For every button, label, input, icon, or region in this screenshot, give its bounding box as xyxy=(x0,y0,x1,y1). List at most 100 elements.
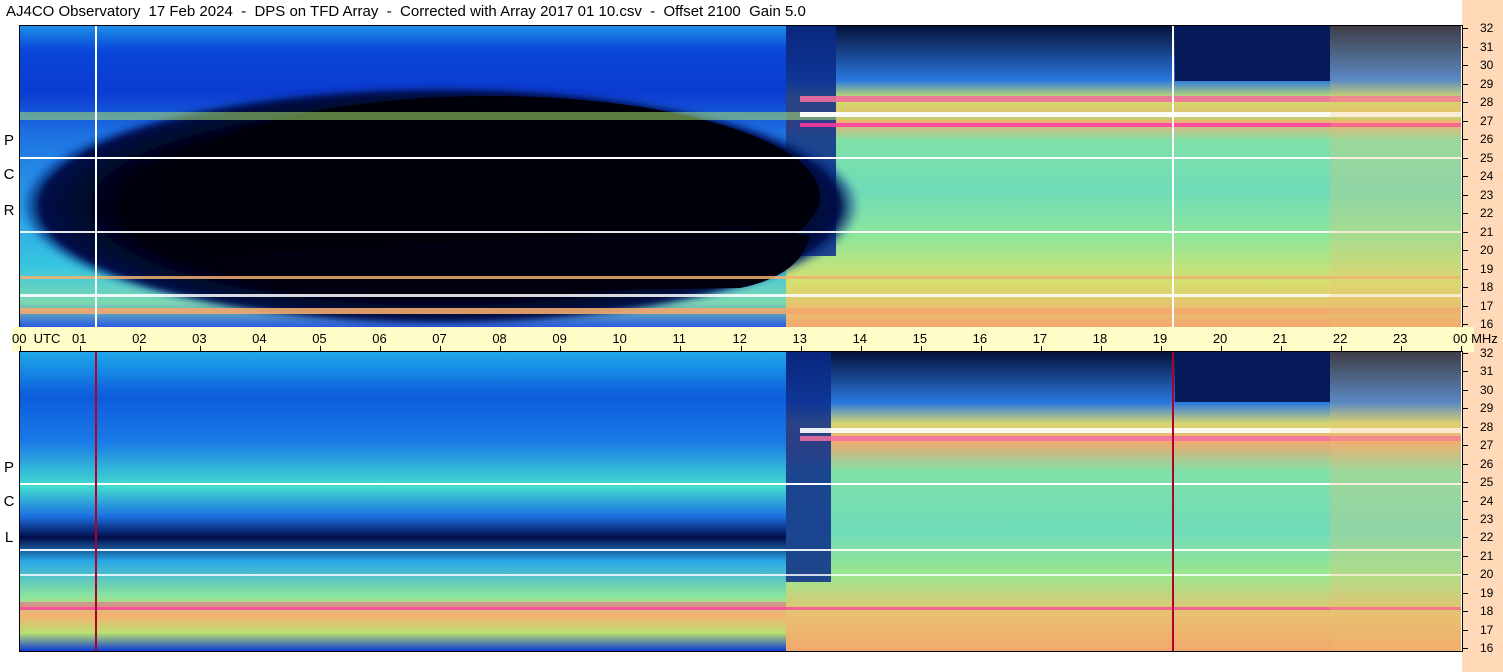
x-tick-label: 10 xyxy=(612,331,627,346)
y-tick-label: 29 xyxy=(1480,401,1494,415)
y-tick-label: 31 xyxy=(1480,40,1494,54)
y-tick-label: 22 xyxy=(1480,206,1494,220)
chart-title: AJ4CO Observatory 17 Feb 2024 - DPS on T… xyxy=(6,3,806,20)
x-tick-label: 09 xyxy=(552,331,567,346)
y-tick-label: 30 xyxy=(1480,58,1494,72)
y-tick-mark xyxy=(1462,139,1468,140)
y-tick-mark xyxy=(1462,648,1468,649)
y-tick-label: 23 xyxy=(1480,188,1494,202)
y-tick-mark xyxy=(1462,324,1468,325)
lcp-spectrogram xyxy=(20,352,1461,651)
y-tick-mark xyxy=(1462,353,1468,354)
x-tick-label: 04 xyxy=(252,331,267,346)
x-tick-label: 18 xyxy=(1092,331,1108,346)
y-tick-label: 18 xyxy=(1480,280,1494,294)
x-tick-label: 00 UTC xyxy=(12,331,61,346)
y-tick-mark xyxy=(1462,408,1468,409)
y-tick-mark xyxy=(1462,371,1468,372)
y-tick-label: 25 xyxy=(1480,475,1494,489)
rcp-label: R C P xyxy=(2,130,16,230)
y-tick-mark xyxy=(1462,176,1468,177)
y-tick-mark xyxy=(1462,65,1468,66)
y-tick-label: 19 xyxy=(1480,262,1494,276)
x-tick-label: 05 xyxy=(312,331,327,346)
y-tick-label: 27 xyxy=(1480,438,1494,452)
rcp-letter-c: C xyxy=(3,166,15,183)
y-tick-mark xyxy=(1462,195,1468,196)
lcp-letter-c: C xyxy=(3,493,15,510)
y-tick-label: 16 xyxy=(1480,641,1494,655)
y-tick-mark xyxy=(1462,519,1468,520)
y-tick-label: 31 xyxy=(1480,364,1494,378)
y-tick-mark xyxy=(1462,427,1468,428)
rcp-spectrogram xyxy=(20,26,1461,327)
x-tick-label: 03 xyxy=(192,331,207,346)
lcp-letter-p: P xyxy=(3,459,14,476)
y-tick-label: 17 xyxy=(1480,299,1494,313)
y-tick-label: 16 xyxy=(1480,317,1494,331)
rcp-letter-p: P xyxy=(3,132,14,149)
lcp-letter-l: L xyxy=(4,529,14,546)
y-tick-label: 23 xyxy=(1480,512,1494,526)
x-tick-label: 06 xyxy=(372,331,387,346)
y-tick-label: 18 xyxy=(1480,604,1494,618)
x-tick-label: 14 xyxy=(852,331,868,346)
y-tick-label: 25 xyxy=(1480,151,1494,165)
y-tick-mark xyxy=(1462,121,1468,122)
y-tick-mark xyxy=(1462,287,1468,288)
y-tick-mark xyxy=(1462,482,1468,483)
x-tick-label: 13 xyxy=(792,331,807,346)
x-tick-label: 19 xyxy=(1152,331,1168,346)
y-tick-mark xyxy=(1462,102,1468,103)
x-tick-label: 23 xyxy=(1392,331,1408,346)
x-tick-label: 01 xyxy=(72,331,87,346)
y-tick-mark xyxy=(1462,501,1468,502)
x-tick-label: 17 xyxy=(1032,331,1048,346)
x-tick-label: 08 xyxy=(492,331,507,346)
y-tick-label: 28 xyxy=(1480,420,1494,434)
y-tick-mark xyxy=(1462,84,1468,85)
x-tick-label: 07 xyxy=(432,331,447,346)
y-tick-mark xyxy=(1462,47,1468,48)
lcp-label: L C P xyxy=(2,457,16,557)
x-tick-label: 12 xyxy=(732,331,747,346)
y-tick-label: 21 xyxy=(1480,225,1494,239)
y-tick-mark xyxy=(1462,158,1468,159)
y-tick-label: 26 xyxy=(1480,132,1494,146)
y-tick-mark xyxy=(1462,28,1468,29)
y-tick-label: 20 xyxy=(1480,243,1494,257)
y-tick-mark xyxy=(1462,537,1468,538)
rcp-letter-r: R xyxy=(3,202,15,219)
x-tick-label: 22 xyxy=(1332,331,1348,346)
y-tick-mark xyxy=(1462,250,1468,251)
x-tick-label: 00 MHz xyxy=(1453,331,1498,346)
y-tick-label: 20 xyxy=(1480,567,1494,581)
y-tick-label: 27 xyxy=(1480,114,1494,128)
y-tick-label: 21 xyxy=(1480,549,1494,563)
y-tick-mark xyxy=(1462,306,1468,307)
x-tick-mark xyxy=(1461,346,1462,352)
y-tick-label: 32 xyxy=(1480,21,1494,35)
y-tick-label: 29 xyxy=(1480,77,1494,91)
y-tick-label: 32 xyxy=(1480,346,1494,360)
x-tick-label: 16 xyxy=(972,331,988,346)
x-tick-label: 15 xyxy=(912,331,928,346)
y-tick-mark xyxy=(1462,630,1468,631)
y-tick-label: 24 xyxy=(1480,169,1494,183)
y-tick-label: 26 xyxy=(1480,457,1494,471)
x-tick-label: 02 xyxy=(132,331,147,346)
y-tick-label: 17 xyxy=(1480,623,1494,637)
y-tick-mark xyxy=(1462,213,1468,214)
y-tick-mark xyxy=(1462,611,1468,612)
x-tick-label: 21 xyxy=(1272,331,1288,346)
y-tick-label: 19 xyxy=(1480,586,1494,600)
y-tick-mark xyxy=(1462,269,1468,270)
y-tick-label: 28 xyxy=(1480,95,1494,109)
y-tick-mark xyxy=(1462,464,1468,465)
y-tick-mark xyxy=(1462,574,1468,575)
y-tick-mark xyxy=(1462,556,1468,557)
y-tick-label: 24 xyxy=(1480,494,1494,508)
y-tick-label: 22 xyxy=(1480,530,1494,544)
y-tick-mark xyxy=(1462,445,1468,446)
x-tick-label: 11 xyxy=(672,331,686,346)
